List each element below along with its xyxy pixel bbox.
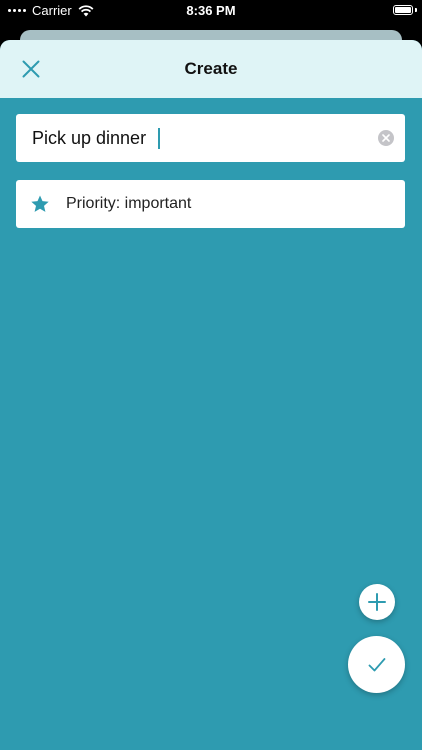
status-bar: Carrier 8:36 PM	[0, 0, 422, 22]
nav-bar: Create	[0, 40, 422, 98]
battery-icon	[393, 5, 413, 15]
screen: Carrier 8:36 PM Create Pick up dinner Pr…	[0, 0, 422, 750]
priority-label: Priority: important	[66, 195, 192, 212]
create-sheet: Create Priority: important	[0, 40, 422, 750]
clear-icon	[382, 134, 390, 142]
priority-row[interactable]: Priority: important	[16, 180, 405, 228]
title-input[interactable]	[32, 114, 362, 162]
page-title: Create	[184, 59, 238, 78]
status-time: 8:36 PM	[186, 3, 236, 18]
done-button[interactable]	[348, 636, 405, 693]
star-icon	[31, 195, 49, 212]
add-button[interactable]	[359, 584, 395, 620]
title-field[interactable]	[16, 114, 405, 162]
text-cursor	[158, 128, 160, 149]
clear-button[interactable]	[378, 130, 394, 146]
battery-tip	[415, 8, 417, 12]
plus-icon	[368, 593, 386, 611]
checkmark-icon	[368, 657, 385, 671]
